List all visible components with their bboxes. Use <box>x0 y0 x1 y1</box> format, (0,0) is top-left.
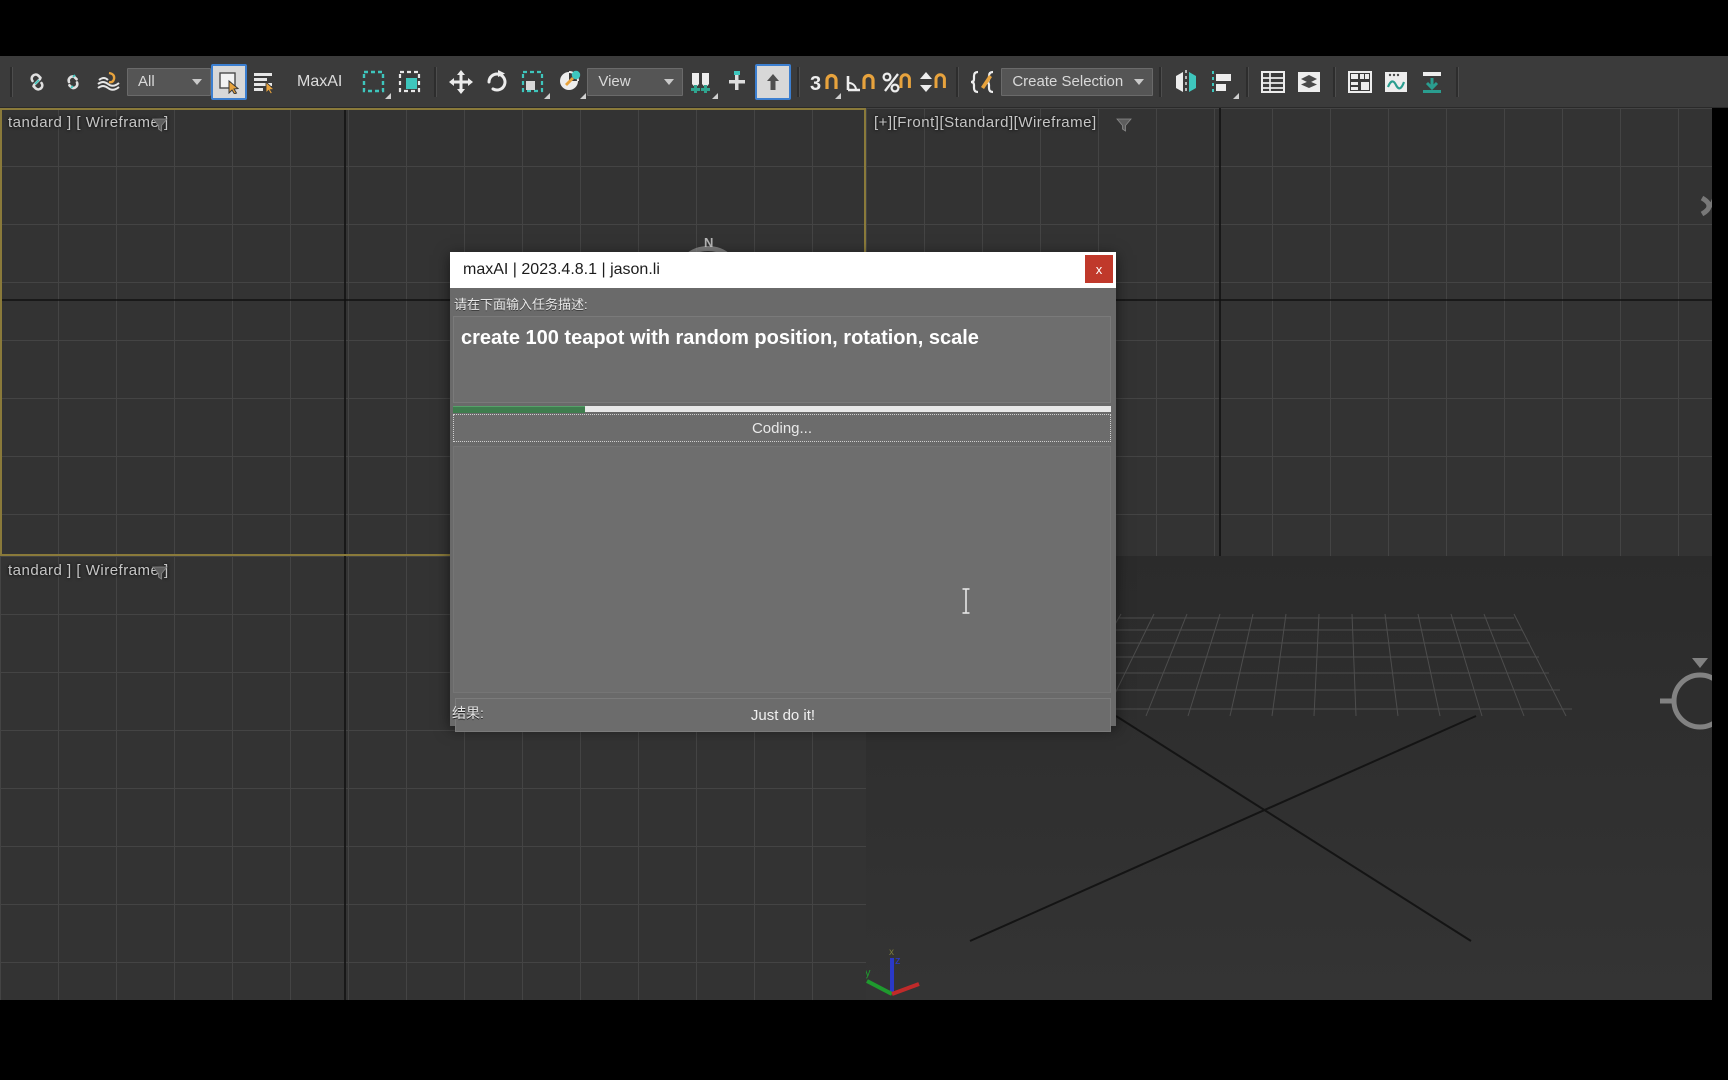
select-and-rotate-icon[interactable] <box>479 64 515 100</box>
select-filter-value: All <box>138 73 155 90</box>
select-object-icon[interactable] <box>211 63 247 100</box>
toolbar-divider <box>797 66 801 97</box>
toolbar-divider <box>1333 66 1337 97</box>
use-pivot-point-center-icon[interactable] <box>719 64 755 100</box>
task-description-input[interactable]: create 100 teapot with random position, … <box>453 316 1111 403</box>
maxai-toolbar-label[interactable]: MaxAI <box>283 73 356 91</box>
close-icon[interactable]: x <box>1085 255 1113 283</box>
viewport-bottom-left-label: tandard ] [ Wireframe ] <box>8 562 169 579</box>
toolbar-divider <box>1159 66 1163 97</box>
result-label: 结果: <box>452 705 484 721</box>
percent-snap-toggle-icon[interactable] <box>878 64 914 100</box>
select-and-manipulate-icon[interactable] <box>755 63 792 100</box>
use-center-icon[interactable] <box>683 64 719 100</box>
flyout-corner-icon <box>544 92 551 99</box>
axis-label-z: z <box>895 955 901 967</box>
viewport-top-right-label: [+][Front][Standard][Wireframe] <box>874 114 1097 131</box>
toggle-ribbon-icon[interactable] <box>1342 64 1378 100</box>
maxai-dialog: maxAI | 2023.4.8.1 | jason.li x 请在下面输入任务… <box>450 252 1116 732</box>
application-window: All MaxAI View 3 Create Selection tandar… <box>0 0 1728 1080</box>
named-selection-set-value: Create Selection Set <box>1012 73 1126 90</box>
named-selection-set-input[interactable]: Create Selection Set <box>1001 67 1154 96</box>
right-black-bar <box>1712 108 1728 1000</box>
viewport-filter-icon[interactable] <box>1116 118 1132 132</box>
chevron-down-icon <box>192 78 202 85</box>
toolbar-divider <box>10 66 13 97</box>
edit-named-selection-sets-icon[interactable] <box>965 64 1001 100</box>
select-and-place-icon[interactable] <box>551 64 587 100</box>
flyout-corner-icon <box>385 92 392 99</box>
axis-label-y: y <box>866 967 871 979</box>
bottom-black-bar <box>0 1000 1728 1080</box>
prompt-label: 请在下面输入任务描述: <box>454 297 588 312</box>
progress-bar <box>453 406 1111 413</box>
schematic-view-icon[interactable] <box>1414 64 1450 100</box>
chevron-down-icon <box>664 78 675 85</box>
reference-coordinate-system-dropdown[interactable]: View <box>587 67 684 96</box>
select-and-move-icon[interactable] <box>443 64 479 100</box>
axis-label-x: x <box>889 947 894 958</box>
angle-snap-toggle-icon[interactable] <box>842 64 878 100</box>
axis-tripod: z y x <box>866 947 920 996</box>
toolbar-divider <box>1456 66 1460 97</box>
just-do-it-button[interactable]: Just do it! <box>455 698 1111 732</box>
rectangular-selection-region-icon[interactable] <box>356 64 392 100</box>
viewport-top-left-label: tandard ] [ Wireframe ] <box>8 114 169 131</box>
viewport-filter-icon[interactable] <box>152 118 168 132</box>
main-toolbar: All MaxAI View 3 Create Selection <box>0 56 1728 108</box>
window-crossing-icon[interactable] <box>392 64 428 100</box>
bind-to-space-warp-icon[interactable] <box>91 64 127 100</box>
dialog-title-bar[interactable]: maxAI | 2023.4.8.1 | jason.li x <box>450 252 1116 288</box>
spinner-snap-toggle-icon[interactable] <box>914 64 950 100</box>
flyout-corner-icon <box>712 92 719 99</box>
snaps-toggle-icon[interactable]: 3 <box>806 64 842 100</box>
viewport-nav-widget-icon[interactable] <box>1632 168 1722 258</box>
reference-coordinate-system-value: View <box>598 73 631 90</box>
text-cursor-icon <box>962 588 970 614</box>
dialog-title: maxAI | 2023.4.8.1 | jason.li <box>463 261 660 278</box>
svg-text:3: 3 <box>810 73 821 95</box>
align-icon[interactable] <box>1204 64 1240 100</box>
select-filter-dropdown[interactable]: All <box>127 67 211 96</box>
select-by-name-icon[interactable] <box>247 64 283 100</box>
flyout-corner-icon <box>1233 92 1240 99</box>
progress-bar-fill <box>453 406 585 413</box>
link-icon[interactable] <box>19 64 55 100</box>
toolbar-divider <box>434 66 438 97</box>
flyout-corner-icon <box>580 92 587 99</box>
layer-explorer-icon[interactable] <box>1255 64 1291 100</box>
result-output-area[interactable] <box>453 446 1111 693</box>
viewport-filter-icon[interactable] <box>152 566 168 580</box>
toolbar-divider <box>956 66 960 97</box>
toolbar-divider <box>1246 66 1250 97</box>
flyout-corner-icon <box>835 92 842 99</box>
unlink-icon[interactable] <box>55 64 91 100</box>
top-black-bar <box>0 0 1728 56</box>
mirror-icon[interactable] <box>1168 64 1204 100</box>
status-button[interactable]: Coding... <box>453 414 1111 442</box>
select-and-scale-icon[interactable] <box>515 64 551 100</box>
view-cube-north[interactable]: N <box>704 235 713 250</box>
curve-editor-icon[interactable] <box>1378 64 1414 100</box>
scene-explorer-icon[interactable] <box>1291 64 1327 100</box>
chevron-down-icon <box>1134 78 1145 85</box>
dialog-body: 请在下面输入任务描述: create 100 teapot with rando… <box>450 288 1116 732</box>
